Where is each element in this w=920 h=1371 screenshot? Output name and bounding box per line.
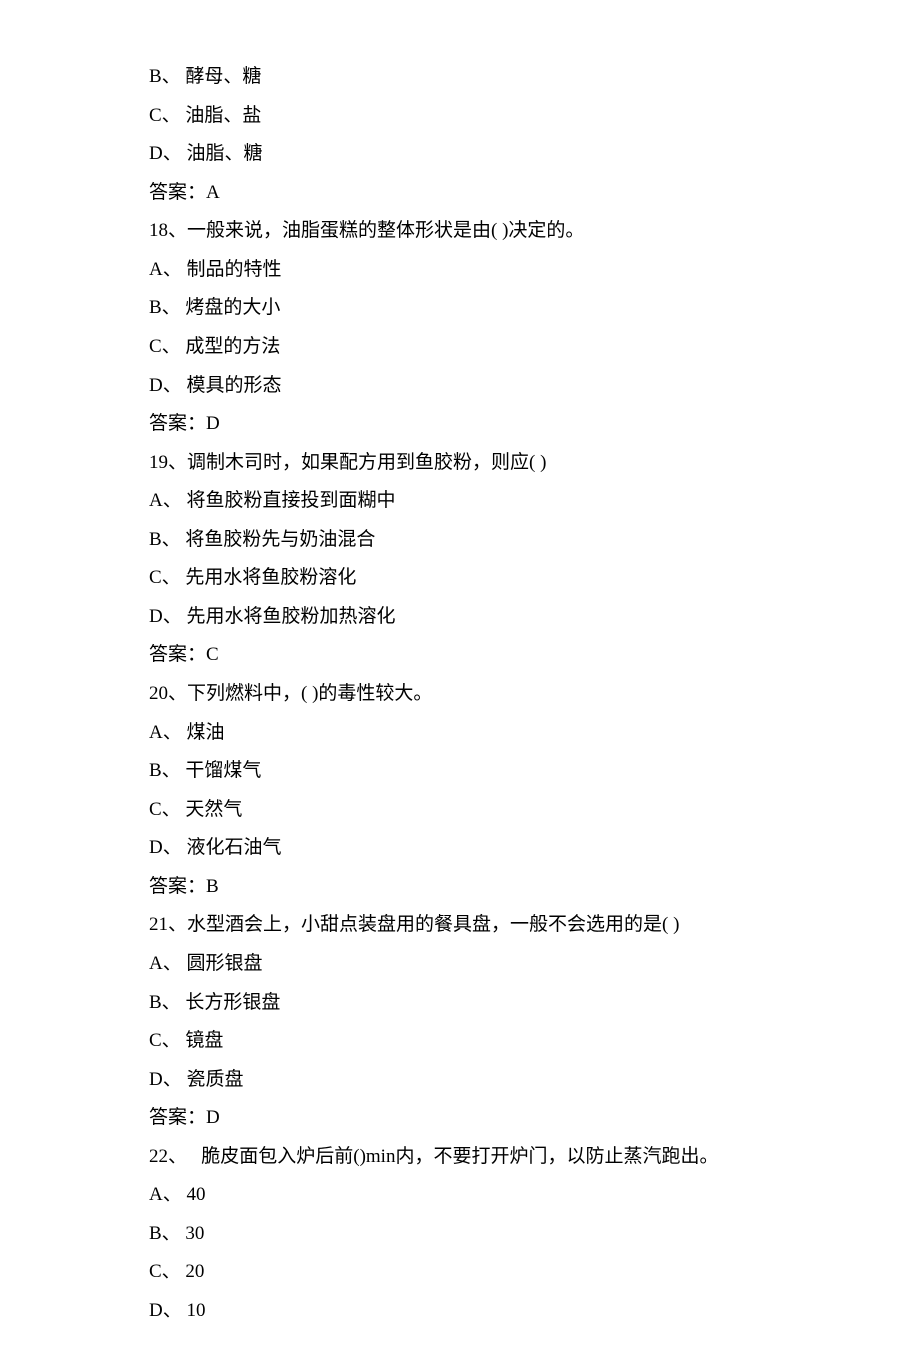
text-line: 答案：D	[149, 405, 771, 444]
text-line: D、 液化石油气	[149, 829, 771, 868]
text-line: B、 将鱼胶粉先与奶油混合	[149, 521, 771, 560]
text-line: 22、 脆皮面包入炉后前()min内，不要打开炉门，以防止蒸汽跑出。	[149, 1138, 771, 1177]
text-line: 18、一般来说，油脂蛋糕的整体形状是由( )决定的。	[149, 212, 771, 251]
text-line: 19、调制木司时，如果配方用到鱼胶粉，则应( )	[149, 444, 771, 483]
text-line: B、 干馏煤气	[149, 752, 771, 791]
text-line: C、 天然气	[149, 791, 771, 830]
text-line: D、 10	[149, 1292, 771, 1331]
text-line: C、 先用水将鱼胶粉溶化	[149, 559, 771, 598]
text-line: A、 制品的特性	[149, 251, 771, 290]
text-line: 21、水型酒会上，小甜点装盘用的餐具盘，一般不会选用的是( )	[149, 906, 771, 945]
text-line: C、 镜盘	[149, 1022, 771, 1061]
text-line: A、 圆形银盘	[149, 945, 771, 984]
text-line: 答案：D	[149, 1099, 771, 1138]
document-content: B、 酵母、糖 C、 油脂、盐 D、 油脂、糖 答案：A 18、一般来说，油脂蛋…	[149, 58, 771, 1331]
text-line: D、 模具的形态	[149, 367, 771, 406]
text-line: 答案：A	[149, 174, 771, 213]
text-line: C、 成型的方法	[149, 328, 771, 367]
text-line: 答案：C	[149, 636, 771, 675]
text-line: 20、下列燃料中，( )的毒性较大。	[149, 675, 771, 714]
text-line: B、 长方形银盘	[149, 984, 771, 1023]
text-line: D、 油脂、糖	[149, 135, 771, 174]
text-line: B、 30	[149, 1215, 771, 1254]
text-line: B、 酵母、糖	[149, 58, 771, 97]
text-line: A、 煤油	[149, 714, 771, 753]
text-line: C、 20	[149, 1253, 771, 1292]
text-line: D、 先用水将鱼胶粉加热溶化	[149, 598, 771, 637]
text-line: A、 40	[149, 1176, 771, 1215]
text-line: D、 瓷质盘	[149, 1061, 771, 1100]
text-line: B、 烤盘的大小	[149, 289, 771, 328]
text-line: C、 油脂、盐	[149, 97, 771, 136]
text-line: A、 将鱼胶粉直接投到面糊中	[149, 482, 771, 521]
text-line: 答案：B	[149, 868, 771, 907]
